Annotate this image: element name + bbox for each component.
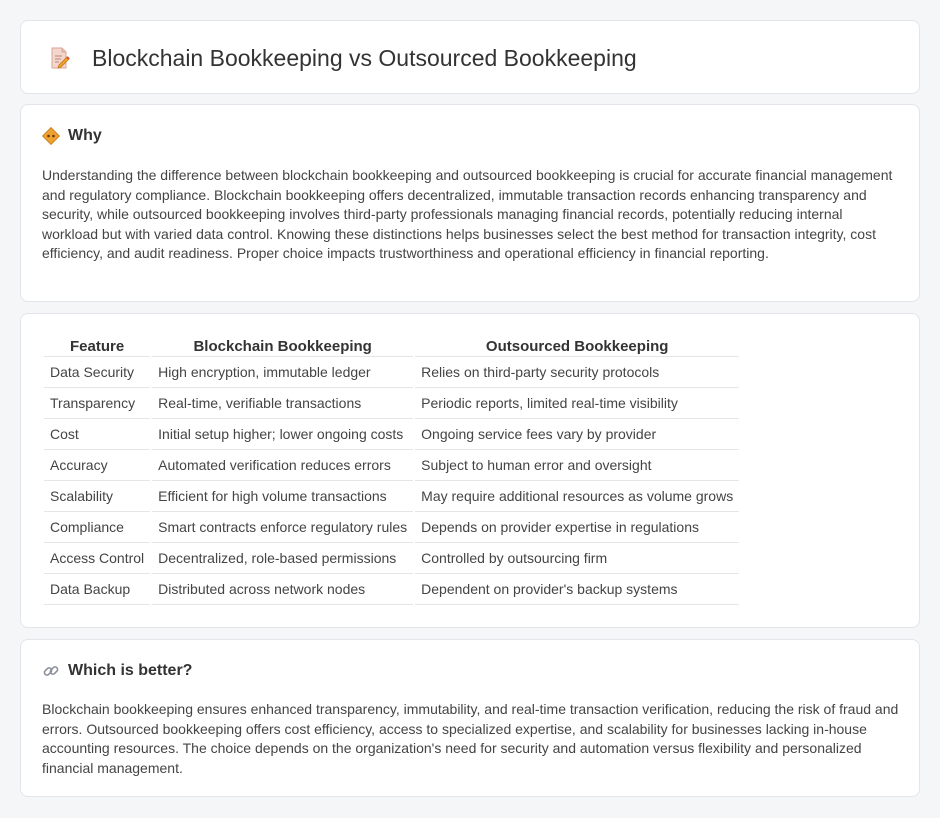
outsourced-cell: Dependent on provider's backup systems: [415, 574, 740, 605]
table-header-row: Feature Blockchain Bookkeeping Outsource…: [44, 336, 740, 357]
better-heading: Which is better?: [68, 662, 193, 679]
blockchain-cell: Decentralized, role-based permissions: [152, 543, 414, 574]
comparison-table: Feature Blockchain Bookkeeping Outsource…: [42, 336, 741, 605]
blockchain-cell: High encryption, immutable ledger: [152, 357, 414, 388]
why-section: Why Understanding the difference between…: [20, 104, 920, 302]
table-row: Scalability Efficient for high volume tr…: [44, 481, 740, 512]
which-is-better-section: Which is better? Blockchain bookkeeping …: [20, 639, 920, 797]
feature-cell: Data Backup: [44, 574, 151, 605]
outsourced-cell: Subject to human error and oversight: [415, 450, 740, 481]
feature-cell: Transparency: [44, 388, 151, 419]
why-heading-row: Why: [41, 126, 102, 146]
outsourced-cell: May require additional resources as volu…: [415, 481, 740, 512]
blockchain-cell: Automated verification reduces errors: [152, 450, 414, 481]
outsourced-cell: Periodic reports, limited real-time visi…: [415, 388, 740, 419]
table-row: Compliance Smart contracts enforce regul…: [44, 512, 740, 543]
outsourced-cell: Depends on provider expertise in regulat…: [415, 512, 740, 543]
blockchain-cell: Initial setup higher; lower ongoing cost…: [152, 419, 414, 450]
feature-cell: Compliance: [44, 512, 151, 543]
page-title: Blockchain Bookkeeping vs Outsourced Boo…: [92, 45, 637, 71]
outsourced-cell: Controlled by outsourcing firm: [415, 543, 740, 574]
feature-cell: Scalability: [44, 481, 151, 512]
diamond-sign-icon: [41, 126, 61, 146]
outsourced-cell: Relies on third-party security protocols: [415, 357, 740, 388]
better-heading-row: Which is better?: [42, 662, 192, 680]
blockchain-cell: Smart contracts enforce regulatory rules: [152, 512, 414, 543]
feature-cell: Data Security: [44, 357, 151, 388]
why-heading: Why: [68, 127, 102, 144]
column-header-outsourced: Outsourced Bookkeeping: [415, 336, 740, 357]
table-row: Data Backup Distributed across network n…: [44, 574, 740, 605]
table-row: Transparency Real-time, verifiable trans…: [44, 388, 740, 419]
link-icon: [42, 662, 60, 680]
table-row: Access Control Decentralized, role-based…: [44, 543, 740, 574]
header-card: Blockchain Bookkeeping vs Outsourced Boo…: [20, 20, 920, 94]
table-row: Data Security High encryption, immutable…: [44, 357, 740, 388]
feature-cell: Cost: [44, 419, 151, 450]
comparison-card: Feature Blockchain Bookkeeping Outsource…: [20, 313, 920, 628]
why-paragraph: Understanding the difference between blo…: [42, 167, 893, 262]
blockchain-cell: Efficient for high volume transactions: [152, 481, 414, 512]
column-header-blockchain: Blockchain Bookkeeping: [152, 336, 414, 357]
outsourced-cell: Ongoing service fees vary by provider: [415, 419, 740, 450]
blockchain-cell: Real-time, verifiable transactions: [152, 388, 414, 419]
blockchain-cell: Distributed across network nodes: [152, 574, 414, 605]
feature-cell: Access Control: [44, 543, 151, 574]
better-paragraph: Blockchain bookkeeping ensures enhanced …: [42, 701, 899, 776]
document-edit-icon: [47, 46, 71, 70]
table-row: Accuracy Automated verification reduces …: [44, 450, 740, 481]
table-row: Cost Initial setup higher; lower ongoing…: [44, 419, 740, 450]
column-header-feature: Feature: [44, 336, 151, 357]
feature-cell: Accuracy: [44, 450, 151, 481]
